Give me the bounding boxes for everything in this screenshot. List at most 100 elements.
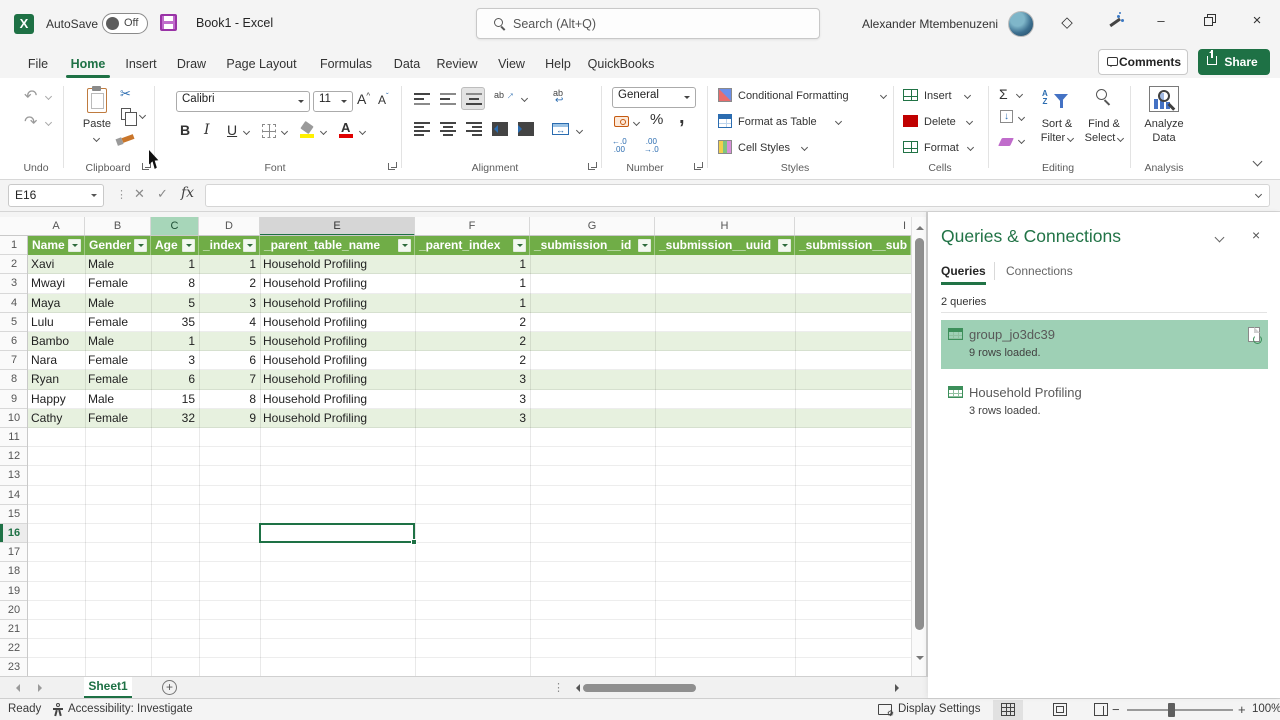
cell-F5[interactable]: 2 <box>418 313 526 332</box>
fill-down-icon[interactable] <box>1000 110 1013 123</box>
row-header-15[interactable]: 15 <box>0 505 28 524</box>
row-header-1[interactable]: 1 <box>0 236 28 255</box>
italic-button[interactable]: I <box>204 122 210 138</box>
cell-D9[interactable]: 8 <box>202 390 256 409</box>
cell-A5[interactable]: Lulu <box>31 313 81 332</box>
cell-E5[interactable]: Household Profiling <box>263 313 411 332</box>
cell-C2[interactable]: 1 <box>154 255 195 274</box>
number-format-combo[interactable]: General <box>612 87 696 108</box>
row-header-22[interactable]: 22 <box>0 639 28 658</box>
panel-options-icon[interactable] <box>1215 233 1225 243</box>
undo-button[interactable]: ↶ <box>24 86 37 106</box>
row-header-12[interactable]: 12 <box>0 447 28 466</box>
cell-F6[interactable]: 2 <box>418 332 526 351</box>
increase-indent-icon[interactable] <box>518 122 534 136</box>
top-align-icon[interactable] <box>414 92 430 105</box>
menu-tab-insert[interactable]: Insert <box>118 52 164 76</box>
search-input[interactable]: Search (Alt+Q) <box>476 8 820 39</box>
cell-B5[interactable]: Female <box>88 313 147 332</box>
zoom-slider-track[interactable] <box>1127 709 1233 711</box>
cell-B6[interactable]: Male <box>88 332 147 351</box>
menu-tab-data[interactable]: Data <box>388 52 426 76</box>
insert-function-icon[interactable]: fx <box>181 185 194 201</box>
underline-button[interactable]: U <box>227 122 237 138</box>
increase-decimal-button[interactable]: ←.0 .00 <box>612 138 627 154</box>
cell-A7[interactable]: Nara <box>31 351 81 370</box>
filter-button-Age[interactable] <box>182 239 195 252</box>
menu-tab-file[interactable]: File <box>18 52 58 76</box>
cell-F9[interactable]: 3 <box>418 390 526 409</box>
horizontal-scroll-thumb[interactable] <box>583 684 696 692</box>
row-header-13[interactable]: 13 <box>0 466 28 485</box>
menu-tab-page-layout[interactable]: Page Layout <box>219 52 304 76</box>
fill-handle[interactable] <box>411 539 417 545</box>
zoom-out-button[interactable]: − <box>1112 702 1120 717</box>
cell-C9[interactable]: 15 <box>154 390 195 409</box>
autosum-button[interactable]: Σ <box>999 86 1008 102</box>
row-header-10[interactable]: 10 <box>0 409 28 428</box>
cell-B4[interactable]: Male <box>88 294 147 313</box>
redo-button[interactable]: ↷ <box>24 112 37 132</box>
tabstrip-resizer[interactable]: ⋮ <box>553 681 564 694</box>
row-header-20[interactable]: 20 <box>0 601 28 620</box>
cell-E9[interactable]: Household Profiling <box>263 390 411 409</box>
bold-button[interactable]: B <box>180 122 190 138</box>
cell-B9[interactable]: Male <box>88 390 147 409</box>
cell-E7[interactable]: Household Profiling <box>263 351 411 370</box>
column-header-C[interactable]: C <box>151 217 199 236</box>
cell-E6[interactable]: Household Profiling <box>263 332 411 351</box>
row-header-4[interactable]: 4 <box>0 294 28 313</box>
cell-E3[interactable]: Household Profiling <box>263 274 411 293</box>
normal-view-button[interactable] <box>993 700 1023 720</box>
column-header-A[interactable]: A <box>28 217 85 236</box>
minimize-button[interactable]: – <box>1146 8 1176 34</box>
cell-F2[interactable]: 1 <box>418 255 526 274</box>
cell-B2[interactable]: Male <box>88 255 147 274</box>
cell-B10[interactable]: Female <box>88 409 147 428</box>
font-name-combo[interactable]: Calibri <box>176 91 310 112</box>
row-header-18[interactable]: 18 <box>0 562 28 581</box>
analyze-data-button[interactable]: Analyze Data <box>1138 84 1190 158</box>
font-color-button[interactable]: A <box>339 120 355 138</box>
panel-close-icon[interactable]: × <box>1252 227 1260 243</box>
align-center-icon[interactable] <box>440 122 456 136</box>
row-header-14[interactable]: 14 <box>0 486 28 505</box>
row-header-3[interactable]: 3 <box>0 274 28 293</box>
cell-C5[interactable]: 35 <box>154 313 195 332</box>
row-header-8[interactable]: 8 <box>0 370 28 389</box>
menu-tab-home[interactable]: Home <box>64 52 112 76</box>
row-header-17[interactable]: 17 <box>0 543 28 562</box>
clipboard-dialog-launcher[interactable] <box>142 163 151 172</box>
table-header-Gender[interactable]: Gender <box>85 236 151 255</box>
clear-icon[interactable] <box>998 138 1014 146</box>
row-header-5[interactable]: 5 <box>0 313 28 332</box>
zoom-in-button[interactable]: + <box>1238 702 1246 717</box>
row-header-7[interactable]: 7 <box>0 351 28 370</box>
add-sheet-button[interactable]: + <box>162 680 177 695</box>
zoom-slider-thumb[interactable] <box>1168 703 1175 717</box>
cell-A10[interactable]: Cathy <box>31 409 81 428</box>
column-header-E[interactable]: E <box>260 217 415 236</box>
cell-C3[interactable]: 8 <box>154 274 195 293</box>
row-header-9[interactable]: 9 <box>0 390 28 409</box>
cell-D5[interactable]: 4 <box>202 313 256 332</box>
column-header-F[interactable]: F <box>415 217 530 236</box>
number-dialog-launcher[interactable] <box>694 163 703 172</box>
filter-button-_index[interactable] <box>243 239 256 252</box>
scroll-right-icon[interactable] <box>895 684 903 692</box>
cell-F7[interactable]: 2 <box>418 351 526 370</box>
filter-button-_submission__id[interactable] <box>638 239 651 252</box>
formula-input[interactable] <box>205 184 1270 207</box>
premium-diamond-icon[interactable]: ◇ <box>1058 14 1076 32</box>
display-settings-button[interactable]: Display Settings <box>898 703 980 715</box>
query-refresh-icon[interactable] <box>1248 327 1260 342</box>
align-right-icon[interactable] <box>466 122 482 136</box>
sheet-tab-sheet1[interactable]: Sheet1 <box>84 677 132 698</box>
table-header-_parent_index[interactable]: _parent_index <box>415 236 530 255</box>
percent-style-button[interactable]: % <box>650 111 663 128</box>
cell-D10[interactable]: 9 <box>202 409 256 428</box>
cells-area[interactable]: NameGenderAge_index_parent_table_name_pa… <box>28 236 911 676</box>
align-left-icon[interactable] <box>414 122 430 136</box>
next-sheet-icon[interactable] <box>38 684 46 692</box>
column-header-G[interactable]: G <box>530 217 655 236</box>
